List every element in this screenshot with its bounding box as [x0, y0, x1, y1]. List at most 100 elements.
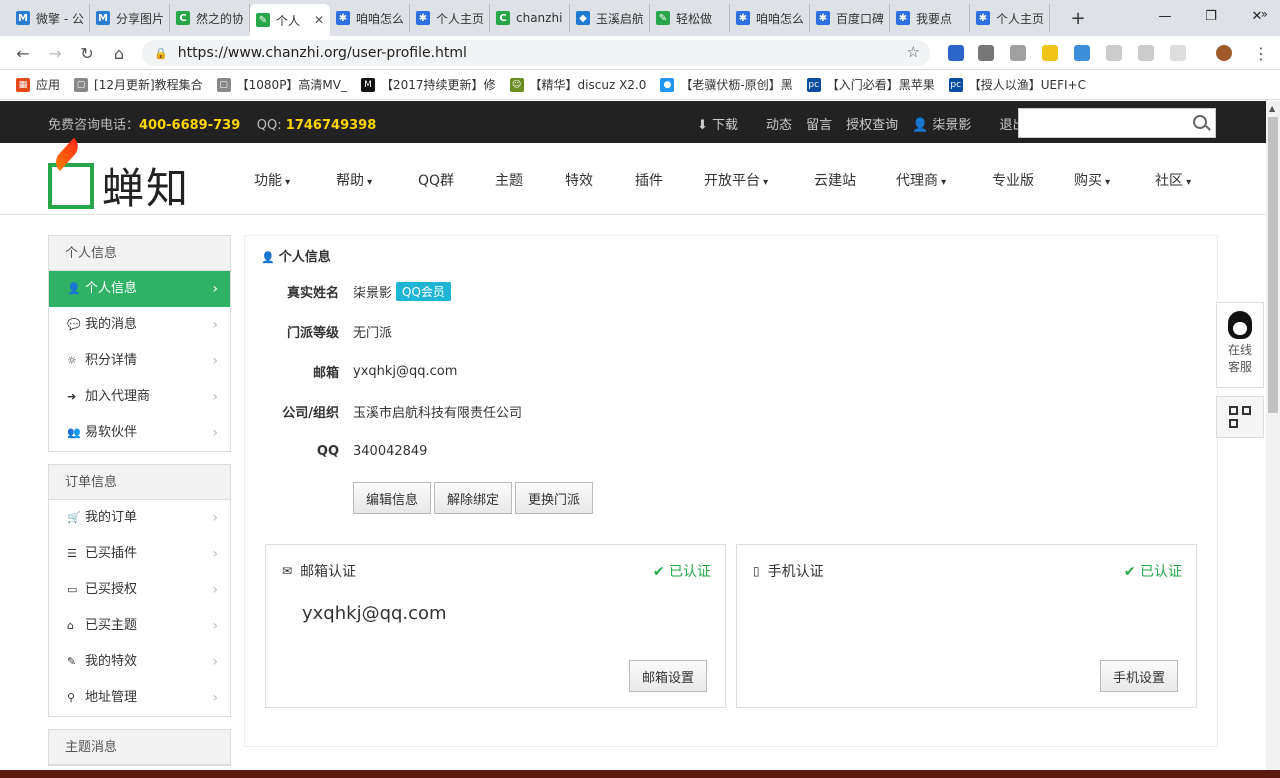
bird-extension-icon[interactable]: [1138, 45, 1154, 61]
bookmark-item[interactable]: ▢ 【1080P】高清MV_: [216, 76, 347, 93]
sidebar-item[interactable]: 💬 我的消息 ›: [49, 307, 230, 343]
tab-favicon-icon: ✱: [736, 11, 750, 25]
download-link[interactable]: ⬇ 下载: [697, 114, 752, 133]
bookmark-item[interactable]: ☺ 【精华】discuz X2.0: [509, 76, 647, 93]
image-extension-icon[interactable]: [1010, 45, 1026, 61]
user-link[interactable]: 👤 柒景影: [912, 114, 985, 133]
browser-tab[interactable]: C 然之的协: [170, 4, 250, 32]
nav-item[interactable]: 购买 ▾: [1074, 170, 1110, 190]
bookmark-item[interactable]: ▦ 应用: [16, 76, 60, 93]
nav-item-label: 功能: [254, 173, 282, 189]
browser-tab[interactable]: ✱ 咱咱怎么: [730, 4, 810, 32]
bookmark-label: 【授人以渔】UEFI+C: [968, 78, 1086, 92]
home-icon[interactable]: ⌂: [108, 42, 130, 64]
sidebar-item[interactable]: ☼ 积分详情 ›: [49, 343, 230, 379]
bookmark-item[interactable]: M 【2017持续更新】修: [361, 76, 496, 93]
bookmark-item[interactable]: ● 【老骥伏枥-原创】黑: [660, 76, 793, 93]
nav-item[interactable]: 社区 ▾: [1155, 170, 1191, 190]
browser-tab[interactable]: ✱ 咱咱怎么: [330, 4, 410, 32]
sidebar-item[interactable]: ⌂ 已买主题 ›: [49, 608, 230, 644]
profile-actions: 编辑信息 解除绑定 更换门派: [353, 482, 596, 514]
sidebar-item[interactable]: ☰ 已买插件 ›: [49, 536, 230, 572]
change-sect-button[interactable]: 更换门派: [515, 482, 594, 514]
browser-tab[interactable]: M 分享图片: [90, 4, 170, 32]
sidebar-item-label: 我的消息: [85, 317, 138, 332]
browser-tab[interactable]: Cchanzhi: [490, 4, 570, 32]
browser-tab[interactable]: ✱ 个人主页: [970, 4, 1050, 32]
browser-tab[interactable]: ✱ 百度口碑: [810, 4, 890, 32]
browser-tab[interactable]: ◆ 玉溪启航: [570, 4, 650, 32]
site-logo[interactable]: 蝉知: [48, 137, 190, 216]
site-search-input[interactable]: [1018, 108, 1216, 138]
bookmark-item[interactable]: pc 【入门必看】黑苹果: [806, 76, 935, 93]
nav-item[interactable]: 专业版: [992, 170, 1034, 190]
nav-item[interactable]: 代理商 ▾: [896, 170, 946, 190]
maximize-button[interactable]: ❐: [1196, 6, 1226, 26]
sun-icon: ☼: [67, 354, 77, 367]
minimize-button[interactable]: —: [1150, 6, 1180, 26]
service-label: 在线: [1227, 343, 1252, 357]
close-tab-icon[interactable]: ✕: [314, 13, 324, 27]
back-arrow-icon[interactable]: ←: [12, 42, 34, 64]
tab-title: chanzhi: [516, 11, 563, 25]
field-qq: QQ 340042849: [265, 440, 428, 462]
field-company: 公司/组织 玉溪市启航科技有限责任公司: [265, 400, 522, 422]
extension-icon[interactable]: [948, 45, 964, 61]
nav-item[interactable]: 云建站: [814, 170, 856, 190]
scroll-up-icon[interactable]: ▲: [1269, 104, 1275, 113]
sidebar-item[interactable]: 👥 易软伙伴 ›: [49, 415, 230, 451]
reload-icon[interactable]: ↻: [76, 42, 98, 64]
unbind-button[interactable]: 解除绑定: [434, 482, 513, 514]
phone-settings-button[interactable]: 手机设置: [1099, 660, 1178, 692]
nav-item[interactable]: 插件: [635, 170, 663, 190]
search-icon[interactable]: [1193, 115, 1207, 129]
profile-avatar[interactable]: [1216, 45, 1232, 61]
browser-tab[interactable]: ✱ 个人主页: [410, 4, 490, 32]
extension-icon[interactable]: [1042, 45, 1058, 61]
bookmark-label: 【精华】discuz X2.0: [529, 78, 647, 92]
scrollbar-thumb[interactable]: [1268, 117, 1278, 413]
qr-code-button[interactable]: [1216, 396, 1264, 438]
card-header: ✉ 邮箱认证: [282, 561, 356, 581]
nav-item[interactable]: 主题: [495, 170, 523, 190]
nav-item[interactable]: 功能 ▾: [254, 170, 290, 190]
translate-extension-icon[interactable]: [1074, 45, 1090, 61]
sidebar-item[interactable]: 🛒 我的订单 ›: [49, 500, 230, 536]
browser-tab[interactable]: ✎ 轻松做: [650, 4, 730, 32]
menu-icon[interactable]: ⋮: [1250, 42, 1272, 64]
browser-tab[interactable]: ✱ 我要点: [890, 4, 970, 32]
nav-item[interactable]: 特效: [565, 170, 593, 190]
sidebar-item[interactable]: 👤 个人信息 ›: [49, 271, 230, 307]
sidebar-item[interactable]: ✎ 我的特效 ›: [49, 644, 230, 680]
sidebar-item[interactable]: ⚲ 地址管理 ›: [49, 680, 230, 716]
new-tab-button[interactable]: +: [1066, 6, 1090, 30]
browser-tab[interactable]: M 微擎 - 公: [10, 4, 90, 32]
cloud-extension-icon[interactable]: [1106, 45, 1122, 61]
bookmark-star-icon[interactable]: ☆: [907, 43, 920, 61]
bookmark-page-icon: ▢: [216, 77, 231, 92]
nav-item[interactable]: 开放平台 ▾: [704, 170, 768, 190]
edit-info-button[interactable]: 编辑信息: [353, 482, 432, 514]
nav-item[interactable]: QQ群: [418, 170, 454, 190]
sidebar-item[interactable]: ➜ 加入代理商 ›: [49, 379, 230, 415]
online-service-button[interactable]: 在线 客服: [1216, 302, 1264, 388]
nav-item[interactable]: 帮助 ▾: [336, 170, 372, 190]
browser-tab[interactable]: ✎ 个人 ✕: [250, 4, 330, 36]
url-bar[interactable]: 🔒 https://www.chanzhi.org/user-profile.h…: [142, 40, 930, 66]
sidebar-item-label: 地址管理: [85, 690, 138, 705]
field-value: 柒景影: [353, 285, 393, 301]
bookmarks-overflow-icon[interactable]: »: [1261, 7, 1268, 21]
bookmark-item[interactable]: pc 【授人以渔】UEFI+C: [948, 76, 1086, 93]
sidebar-item[interactable]: ▭ 已买授权 ›: [49, 572, 230, 608]
extension-icon[interactable]: [1170, 45, 1186, 61]
bookmark-item[interactable]: ▢ [12月更新]教程集合: [74, 76, 203, 93]
news-link[interactable]: 动态: [766, 114, 792, 133]
forward-arrow-icon[interactable]: →: [44, 42, 66, 64]
email-settings-button[interactable]: 邮箱设置: [628, 660, 707, 692]
download-extension-icon[interactable]: [978, 45, 994, 61]
message-link[interactable]: 留言: [806, 114, 832, 133]
page-scrollbar[interactable]: ▲: [1266, 101, 1280, 771]
caret-down-icon: ▾: [938, 177, 947, 188]
chevron-right-icon: ›: [212, 389, 218, 405]
license-query-link[interactable]: 授权查询: [846, 114, 898, 133]
